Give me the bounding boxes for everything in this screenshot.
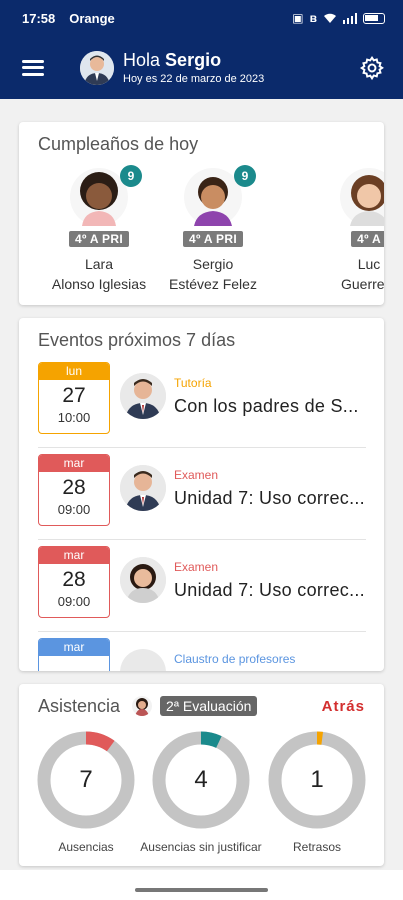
- system-nav-bar: [0, 870, 403, 900]
- event-title: Con los padres de S...: [174, 396, 359, 416]
- greeting: Hola Sergio Hoy es 22 de marzo de 2023: [123, 50, 264, 85]
- event-date: mar 28 09:00: [38, 454, 110, 526]
- attendance-card: Asistencia 2ª Evaluación Atrás 7 Ausenci…: [19, 684, 384, 866]
- student-avatar: [132, 696, 153, 716]
- event-title: Unidad 7: Uso correc...: [174, 580, 365, 600]
- event-weekday: lun: [39, 363, 109, 380]
- status-time: 17:58: [22, 10, 56, 26]
- event-date: lun 27 10:00: [38, 362, 110, 434]
- event-date: mar 28 09:00: [38, 546, 110, 618]
- birthdays-card: Cumpleaños de hoy 9 4º A PRI Lara Alonso …: [19, 122, 384, 305]
- status-bar: 17:58 Orange ▣ ʙ: [0, 0, 403, 36]
- attendance-title: Asistencia: [38, 695, 121, 716]
- delays-value: 1: [310, 766, 324, 793]
- event-day: 28: [62, 568, 86, 591]
- event-type: Examen: [174, 468, 219, 482]
- delays-label: Retrasos: [292, 840, 342, 854]
- unjustified-label: Ausencias sin justificar: [140, 840, 262, 854]
- event-item[interactable]: mar 28 09:00 Examen Unidad 7: Uso correc…: [38, 542, 366, 632]
- course-badge: 4º A PRI: [183, 231, 243, 247]
- events-title: Eventos próximos 7 días: [38, 330, 236, 350]
- absences-donut[interactable]: 7: [36, 730, 136, 830]
- birthdays-list: 9 4º A PRI Lara Alonso Iglesias 9 4º A PR…: [19, 165, 384, 298]
- event-item[interactable]: lun 27 10:00 Tutoría Con los padres de S…: [38, 358, 366, 448]
- wifi-icon: [324, 13, 336, 23]
- event-type: Claustro de profesores: [174, 652, 296, 666]
- signal-icon: [343, 12, 357, 24]
- absences-value: 7: [79, 766, 93, 793]
- event-teacher-avatar: [120, 465, 166, 511]
- hamburger-menu-icon[interactable]: [22, 59, 44, 76]
- event-teacher-avatar: [120, 649, 166, 671]
- event-weekday: mar: [39, 455, 109, 472]
- event-type: Tutoría: [174, 376, 212, 390]
- bluetooth-icon: ʙ: [309, 11, 317, 25]
- event-title: Unidad 7: Uso correc...: [174, 488, 365, 508]
- event-item[interactable]: mar 28 09:00 Examen Unidad 7: Uso correc…: [38, 450, 366, 540]
- evaluation-chip[interactable]: 2ª Evaluación: [160, 696, 258, 716]
- unjustified-value: 4: [194, 766, 208, 793]
- birthday-person[interactable]: 4º A LucGuerrero: [309, 168, 384, 294]
- person-photo: 9: [70, 165, 142, 226]
- delays-donut[interactable]: 1: [267, 730, 367, 830]
- age-badge: 9: [234, 165, 256, 187]
- battery-icon: [363, 12, 385, 24]
- event-date: mar: [38, 638, 110, 671]
- person-name: LucGuerrero: [340, 256, 384, 292]
- person-photo: [340, 168, 384, 226]
- event-teacher-avatar: [120, 557, 166, 603]
- attendance-header: Asistencia 2ª Evaluación Atrás: [38, 694, 365, 718]
- person-name: Sergio Estévez Felez: [169, 256, 257, 292]
- person-name: Lara Alonso Iglesias: [51, 256, 147, 292]
- system-icons: ▣ ʙ: [292, 11, 385, 25]
- unjustified-donut[interactable]: 4: [151, 730, 251, 830]
- birthday-person[interactable]: 9 4º A PRI Lara Alonso Iglesias: [39, 165, 159, 294]
- event-time: 09:00: [57, 594, 91, 609]
- app-bar: Hola Sergio Hoy es 22 de marzo de 2023: [0, 36, 403, 99]
- home-gesture-handle[interactable]: [135, 888, 268, 892]
- person-photo: 9: [184, 165, 256, 226]
- age-badge: 9: [120, 165, 142, 187]
- birthdays-title: Cumpleaños de hoy: [38, 134, 199, 154]
- greeting-hello: Hola Sergio: [123, 50, 222, 70]
- event-weekday: mar: [39, 547, 109, 564]
- gear-icon[interactable]: [359, 55, 385, 81]
- events-card: Eventos próximos 7 días lun 27 10:00 Tut…: [19, 318, 384, 671]
- status-carrier: Orange: [69, 10, 115, 26]
- user-avatar[interactable]: [80, 50, 114, 85]
- event-time: 10:00: [57, 410, 91, 425]
- event-day: 27: [62, 384, 86, 407]
- course-badge: 4º A PRI: [69, 231, 129, 247]
- back-button[interactable]: Atrás: [322, 698, 365, 715]
- user-name: Sergio: [165, 50, 222, 70]
- event-weekday: mar: [39, 639, 109, 656]
- course-badge: 4º A: [351, 231, 384, 247]
- birthday-person[interactable]: 9 4º A PRI Sergio Estévez Felez: [153, 165, 273, 294]
- event-time: 09:00: [57, 502, 91, 517]
- nfc-icon: ▣: [292, 11, 304, 25]
- event-type: Examen: [174, 560, 219, 574]
- event-teacher-avatar: [120, 373, 166, 419]
- greeting-date: Hoy es 22 de marzo de 2023: [123, 73, 265, 85]
- absences-label: Ausencias: [58, 840, 114, 854]
- event-day: 28: [62, 476, 86, 499]
- event-item[interactable]: mar Claustro de profesores: [38, 634, 366, 671]
